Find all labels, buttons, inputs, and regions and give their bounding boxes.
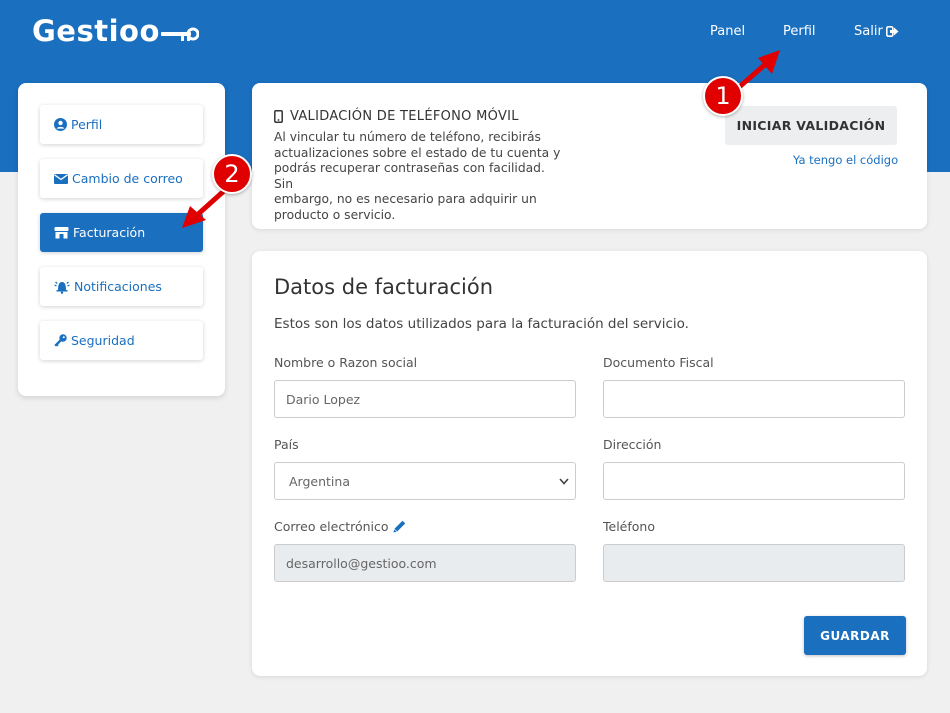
country-label: País [274,437,299,452]
annotation-badge-1: 1 [703,76,743,116]
sign-out-icon [885,26,899,37]
country-select-value: Argentina [289,473,350,489]
email-label-text: Correo electrónico [274,519,389,534]
sidebar-item-notificaciones[interactable]: Notificaciones [40,267,203,306]
address-input[interactable] [603,462,905,500]
fiscal-document-label: Documento Fiscal [603,355,714,370]
phone-validation-card: VALIDACIÓN DE TELÉFONO MÓVIL Al vincular… [252,83,927,229]
nav-panel-link[interactable]: Panel [710,24,745,39]
key-icon [54,334,67,347]
validation-line: actualizaciones sobre el estado de tu cu… [274,145,561,160]
nav-salir-label: Salir [854,24,883,39]
nav-perfil-link[interactable]: Perfil [783,24,816,39]
validation-line: producto o servicio. [274,207,396,222]
billing-data-card: Datos de facturación Estos son los datos… [252,251,927,676]
name-label: Nombre o Razon social [274,355,418,370]
validation-description: Al vincular tu número de teléfono, recib… [274,130,564,223]
phone-input [603,544,905,582]
bell-icon [54,281,70,294]
store-icon [54,227,69,239]
email-label: Correo electrónico [274,519,406,534]
save-button[interactable]: GUARDAR [804,616,906,655]
sidebar-item-perfil[interactable]: Perfil [40,105,203,144]
sidebar-item-label: Facturación [73,225,146,240]
sidebar-item-label: Notificaciones [74,279,162,294]
sidebar-item-label: Cambio de correo [72,171,183,186]
fiscal-document-input[interactable] [603,380,905,418]
validation-line: Al vincular tu número de teléfono, recib… [274,130,541,144]
email-input: desarrollo@gestioo.com [274,544,576,582]
already-have-code-link[interactable]: Ya tengo el código [793,153,898,167]
sidebar-item-seguridad[interactable]: Seguridad [40,321,203,360]
sidebar-item-label: Seguridad [71,333,135,348]
country-select[interactable]: Argentina [274,462,576,500]
sidebar-item-label: Perfil [71,117,103,132]
validation-line: embargo, no es necesario para adquirir u… [274,192,537,206]
annotation-badge-2: 2 [212,154,252,194]
logo-text: Gestioo [32,14,160,48]
envelope-icon [54,174,68,184]
name-input[interactable]: Dario Lopez [274,380,576,418]
logo[interactable]: Gestioo [32,14,199,48]
user-circle-icon [54,118,67,131]
phone-label: Teléfono [603,519,655,534]
validation-line: podrás recuperar contraseñas con facilid… [274,161,545,191]
validation-title-text: VALIDACIÓN DE TELÉFONO MÓVIL [290,109,519,124]
key-logo-icon [160,27,199,41]
validation-title: VALIDACIÓN DE TELÉFONO MÓVIL [274,109,519,124]
pencil-edit-icon[interactable] [393,520,406,533]
mobile-phone-icon [274,110,283,123]
billing-subtitle: Estos son los datos utilizados para la f… [274,316,689,332]
address-label: Dirección [603,437,662,452]
chevron-down-icon [559,477,569,485]
billing-title: Datos de facturación [274,275,494,299]
nav-salir-link[interactable]: Salir [854,24,899,39]
